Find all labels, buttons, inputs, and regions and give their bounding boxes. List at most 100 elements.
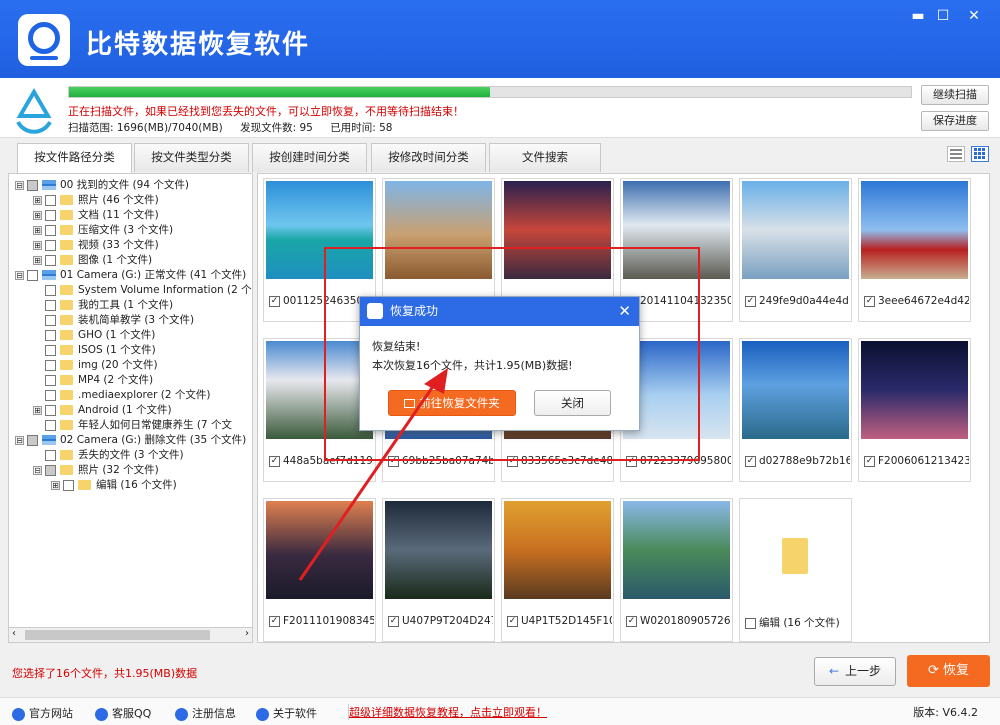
dialog-close-icon[interactable]: ✕ (618, 297, 631, 326)
tree-checkbox[interactable] (27, 179, 38, 191)
tree-item[interactable]: ⊞ 编辑 (16 个文件) (51, 478, 177, 493)
tree-checkbox[interactable] (45, 254, 56, 266)
tutorial-link[interactable]: 超级详细数据恢复教程，点击立即观看！ (348, 704, 547, 720)
tree-item[interactable]: ⊞ Android (1 个文件) (33, 403, 172, 418)
tree-toggle-icon[interactable]: ⊞ (33, 195, 42, 205)
tree-toggle-icon[interactable]: ⊟ (15, 435, 24, 445)
grid-view-icon[interactable] (971, 146, 989, 162)
file-tile[interactable]: ✓3eee64672e4d42... (858, 178, 971, 322)
tree-item[interactable]: ⊞ 视频 (33 个文件) (33, 238, 159, 253)
tree-toggle-icon[interactable]: ⊞ (33, 255, 42, 265)
close-dialog-button[interactable]: 关闭 (534, 390, 611, 416)
list-view-icon[interactable] (947, 146, 965, 162)
folder-icon (60, 390, 73, 400)
tab-by-created[interactable]: 按创建时间分类 (252, 143, 367, 172)
tree-toggle-icon[interactable]: ⊟ (33, 465, 42, 475)
tree-item[interactable]: .mediaexplorer (2 个文件) (33, 388, 210, 403)
tree-checkbox[interactable] (45, 239, 56, 251)
tree-checkbox[interactable] (45, 449, 56, 461)
close-window-button[interactable]: ✕ (962, 6, 986, 26)
maximize-button[interactable]: ☐ (931, 6, 955, 26)
tree-checkbox[interactable] (45, 299, 56, 311)
tree-toggle-icon[interactable]: ⊞ (51, 480, 60, 490)
file-checkbox[interactable]: ✓ (507, 615, 518, 627)
tree-checkbox[interactable] (45, 209, 56, 221)
file-tile[interactable]: ✓U4P1T52D145F10... (501, 498, 614, 642)
file-checkbox[interactable]: ✓ (626, 615, 637, 627)
tree-toggle-icon[interactable]: ⊟ (15, 180, 24, 190)
tree-item[interactable]: ⊟ 02 Camera (G:) 删除文件 (35 个文件) (15, 433, 246, 448)
tab-by-path[interactable]: 按文件路径分类 (17, 143, 132, 173)
tree-item[interactable]: ⊟ 01 Camera (G:) 正常文件 (41 个文件) (15, 268, 246, 283)
tree-item[interactable]: System Volume Information (2 个文 (33, 283, 252, 298)
tree-item[interactable]: 装机简单教学 (3 个文件) (33, 313, 194, 328)
file-tile[interactable]: ✓U407P9T204D247... (382, 498, 495, 642)
tree-checkbox[interactable] (45, 464, 56, 476)
tree-item[interactable]: ⊞ 图像 (1 个文件) (33, 253, 152, 268)
tree-item[interactable]: GHO (1 个文件) (33, 328, 155, 343)
tree-item[interactable]: ⊞ 照片 (46 个文件) (33, 193, 159, 208)
tree-toggle-icon[interactable]: ⊞ (33, 225, 42, 235)
tree-item[interactable]: MP4 (2 个文件) (33, 373, 153, 388)
qq-link[interactable]: 客服QQ (95, 705, 151, 721)
tree-checkbox[interactable] (27, 434, 38, 446)
about-link[interactable]: 关于软件 (256, 705, 317, 721)
tree-checkbox[interactable] (45, 359, 56, 371)
tree-checkbox[interactable] (45, 284, 56, 296)
file-checkbox[interactable]: ✓ (269, 295, 280, 307)
file-checkbox[interactable]: ✓ (864, 455, 875, 467)
tree-checkbox[interactable] (45, 344, 56, 356)
tab-by-modified[interactable]: 按修改时间分类 (371, 143, 486, 172)
tree-checkbox[interactable] (45, 389, 56, 401)
tree-checkbox[interactable] (45, 194, 56, 206)
website-link[interactable]: 官方网站 (12, 705, 73, 721)
tree-item[interactable]: ⊞ 文档 (11 个文件) (33, 208, 159, 223)
file-checkbox[interactable]: ✓ (745, 455, 756, 467)
file-checkbox[interactable]: ✓ (864, 295, 875, 307)
minimize-button[interactable]: ▬ (906, 6, 930, 26)
tree-checkbox[interactable] (45, 224, 56, 236)
register-link[interactable]: 注册信息 (175, 705, 236, 721)
tree-scrollbar[interactable]: ‹ › (8, 627, 253, 643)
tab-search[interactable]: 文件搜索 (489, 143, 601, 172)
file-tile[interactable]: ✓ W020180905726... (620, 498, 733, 642)
tree-checkbox[interactable] (45, 374, 56, 386)
scroll-thumb[interactable] (25, 630, 210, 640)
tree-checkbox[interactable] (45, 329, 56, 341)
recover-button[interactable]: ⟳ 恢复 (907, 655, 990, 687)
tree-checkbox[interactable] (45, 404, 56, 416)
tree-item[interactable]: 丢失的文件 (3 个文件) (33, 448, 184, 463)
file-tile[interactable]: ✓F2011101908345... (263, 498, 376, 642)
tree-checkbox[interactable] (27, 269, 38, 281)
file-tile[interactable]: ✓d02788e9b72b16... (739, 338, 852, 482)
file-tile[interactable]: ✓F2006061213423... (858, 338, 971, 482)
continue-scan-button[interactable]: 继续扫描 (921, 85, 989, 105)
tree-toggle-icon[interactable]: ⊟ (15, 270, 24, 280)
tree-item[interactable]: img (20 个文件) (33, 358, 158, 373)
tree-item[interactable]: ISOS (1 个文件) (33, 343, 156, 358)
tree-item[interactable]: ⊟ 照片 (32 个文件) (33, 463, 159, 478)
tree-toggle-icon[interactable]: ⊞ (33, 405, 42, 415)
open-recovery-folder-button[interactable]: 前往恢复文件夹 (388, 390, 516, 416)
tree-item[interactable]: 我的工具 (1 个文件) (33, 298, 173, 313)
tab-by-type[interactable]: 按文件类型分类 (134, 143, 249, 172)
file-checkbox[interactable]: ✓ (745, 295, 756, 307)
file-checkbox[interactable]: ✓ (269, 455, 280, 467)
scroll-left-icon[interactable]: ‹ (12, 628, 16, 639)
file-tile[interactable]: ✓ 249fe9d0a44e4d... (739, 178, 852, 322)
file-tile[interactable]: 编辑 (16 个文件) (739, 498, 852, 642)
tree-item[interactable]: ⊞ 压缩文件 (3 个文件) (33, 223, 173, 238)
tree-checkbox[interactable] (45, 314, 56, 326)
tree-checkbox[interactable] (45, 419, 56, 431)
file-checkbox[interactable]: ✓ (388, 615, 399, 627)
tree-checkbox[interactable] (63, 479, 74, 491)
tree-toggle-icon[interactable]: ⊞ (33, 240, 42, 250)
tree-toggle-icon[interactable]: ⊞ (33, 210, 42, 220)
file-checkbox[interactable]: ✓ (269, 615, 280, 627)
save-progress-button[interactable]: 保存进度 (921, 111, 989, 131)
tree-item[interactable]: 年轻人如何日常健康养生 (7 个文 (33, 418, 232, 433)
file-checkbox[interactable] (745, 617, 756, 629)
back-button[interactable]: ← 上一步 (814, 657, 896, 686)
tree-item[interactable]: ⊟ 00 找到的文件 (94 个文件) (15, 178, 189, 193)
scroll-right-icon[interactable]: › (245, 628, 249, 639)
